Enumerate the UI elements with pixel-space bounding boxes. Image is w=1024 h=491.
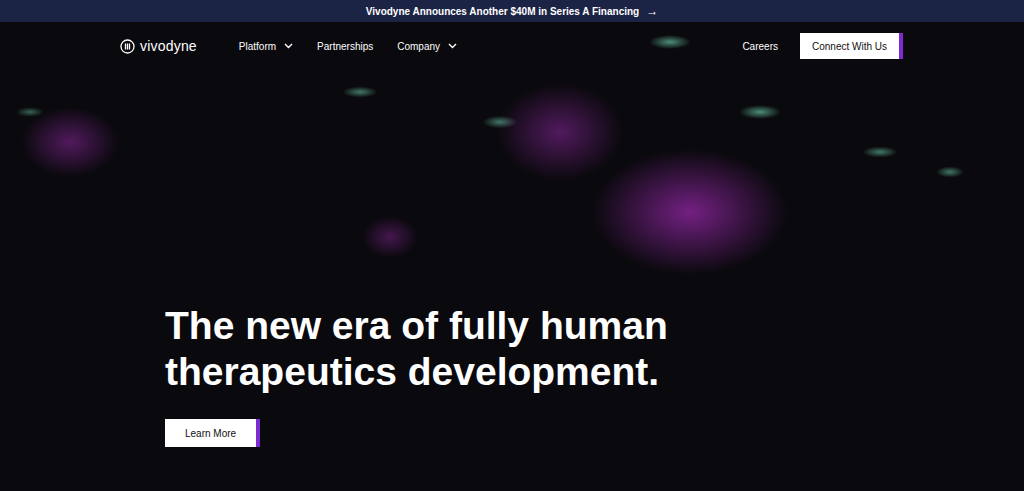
navbar: vivodyne Platform Partnerships Company Caree… (0, 22, 1024, 70)
arrow-icon[interactable]: → (646, 4, 658, 18)
headline-line: therapeutics development. (165, 349, 668, 395)
announcement-text[interactable]: Vivodyne Announces Another $40M in Serie… (366, 6, 639, 17)
nav-item-label[interactable]: Company (397, 41, 440, 52)
headline: The new era of fully humantherapeutics d… (165, 303, 668, 395)
chevron-down-icon[interactable] (284, 43, 293, 49)
nav-item-label[interactable]: Platform (239, 41, 276, 52)
careers-link[interactable]: Careers (742, 41, 778, 52)
nav-item-label[interactable]: Partnerships (317, 41, 373, 52)
connect-button[interactable]: Connect With Us (800, 33, 903, 59)
logo[interactable]: vivodyne (120, 38, 197, 54)
logo-icon[interactable] (120, 39, 135, 54)
chevron-down-icon[interactable] (448, 43, 457, 49)
nav-item[interactable]: Platform (239, 41, 293, 52)
learn-more-button[interactable]: Learn More (165, 419, 260, 447)
nav-item[interactable]: Company (397, 41, 457, 52)
announcement-banner[interactable]: Vivodyne Announces Another $40M in Serie… (0, 0, 1024, 22)
nav-links: Platform Partnerships Company (239, 41, 457, 52)
hero-image (0, 22, 1024, 491)
page: Vivodyne Announces Another $40M in Serie… (0, 0, 1024, 491)
nav-item[interactable]: Partnerships (317, 41, 373, 52)
headline-line: The new era of fully human (165, 303, 668, 349)
logo-text[interactable]: vivodyne (140, 38, 197, 54)
hero-content: The new era of fully humantherapeutics d… (0, 303, 1024, 491)
hero: vivodyne Platform Partnerships Company Caree… (0, 22, 1024, 491)
